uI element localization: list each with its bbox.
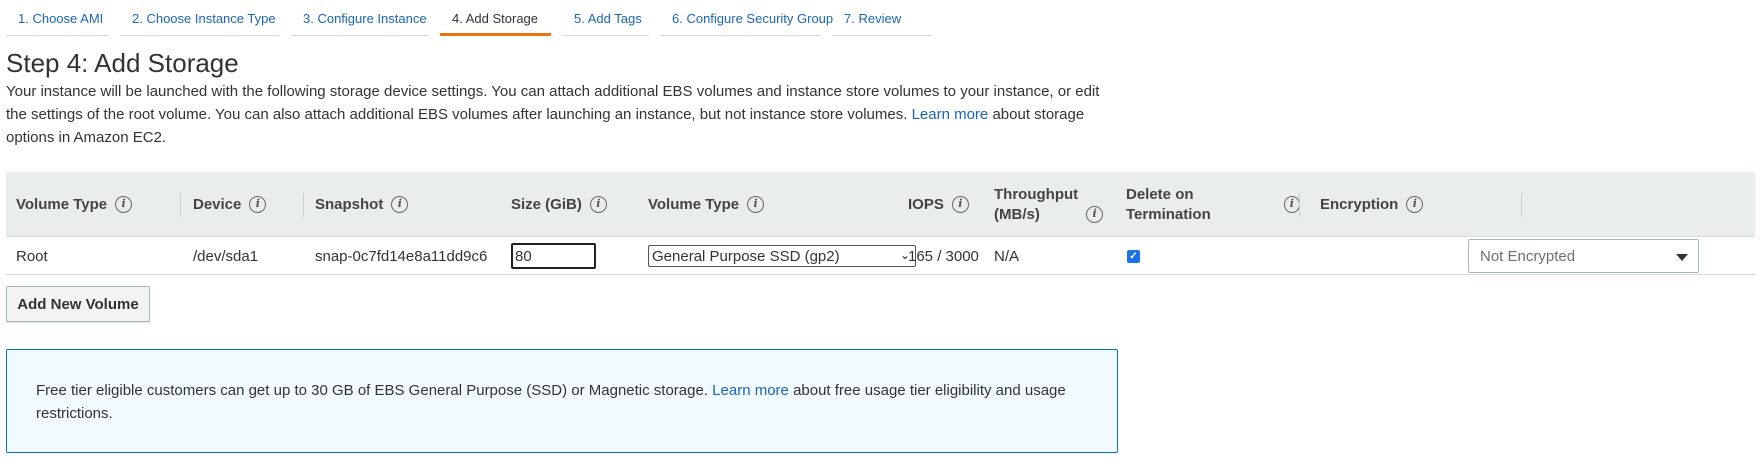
tab-add-tags[interactable]: 5. Add Tags <box>562 0 649 36</box>
header-encryption: Encryption i <box>1320 172 1522 237</box>
header-volume-type: Volume Type i <box>16 172 181 237</box>
header-throughput-line1: Throughput <box>994 185 1079 203</box>
page-description: Your instance will be launched with the … <box>6 80 1116 149</box>
info-icon[interactable]: i <box>115 196 133 213</box>
info-icon[interactable]: i <box>249 196 267 213</box>
cell-device: /dev/sda1 <box>193 247 259 265</box>
header-delete-label: Delete on Termination <box>1126 185 1211 223</box>
page-title: Step 4: Add Storage <box>6 48 239 78</box>
encryption-select[interactable]: Not Encrypted <box>1468 239 1699 273</box>
info-icon[interactable]: i <box>589 196 607 213</box>
notice-learn-more-link[interactable]: Learn more <box>712 382 789 399</box>
cell-delete-on-termination: ✓ <box>1127 237 1140 275</box>
header-size: Size (GiB) i <box>511 172 638 237</box>
info-icon[interactable]: i <box>1406 196 1424 213</box>
column-divider <box>1521 193 1522 217</box>
header-throughput-line2: (MB/s) <box>994 205 1040 223</box>
tab-review[interactable]: 7. Review <box>832 0 932 36</box>
cell-throughput: N/A <box>994 247 1020 265</box>
tab-configure-security-group[interactable]: 6. Configure Security Group <box>660 0 833 36</box>
tab-choose-instance-type[interactable]: 2. Choose Instance Type <box>120 0 280 36</box>
column-divider <box>1299 193 1300 217</box>
add-new-volume-button[interactable]: Add New Volume <box>6 286 150 322</box>
wizard-tabs: 1. Choose AMI 2. Choose Instance Type 3.… <box>6 0 943 36</box>
header-snapshot: Snapshot i <box>315 172 501 237</box>
caret-down-icon <box>1676 254 1688 261</box>
free-tier-notice: Free tier eligible customers can get up … <box>6 349 1118 453</box>
header-device: Device i <box>193 172 304 237</box>
size-input[interactable] <box>511 243 596 269</box>
volume-type-select[interactable]: General Purpose SSD (gp2) ⌄ <box>648 245 916 267</box>
header-delete-on-termination: Delete on Termination i <box>1126 172 1300 237</box>
header-iops-label: IOPS <box>908 195 944 213</box>
cell-snapshot: snap-0c7fd14e8a11dd9c6 <box>315 247 488 265</box>
cell-volume-type: Root <box>16 247 48 265</box>
cell-iops: 165 / 3000 <box>908 247 979 265</box>
delete-on-termination-checkbox[interactable]: ✓ <box>1127 249 1140 263</box>
encryption-selected: Not Encrypted <box>1480 247 1576 265</box>
tab-configure-instance[interactable]: 3. Configure Instance <box>291 0 429 36</box>
info-icon[interactable]: i <box>1283 196 1300 213</box>
table-row: Root /dev/sda1 snap-0c7fd14e8a11dd9c6 Ge… <box>6 237 1755 275</box>
header-snapshot-label: Snapshot <box>315 195 384 213</box>
volume-type-selected: General Purpose SSD (gp2) <box>652 247 840 265</box>
header-throughput-label: Throughput (MB/s) <box>994 185 1078 225</box>
column-divider <box>303 193 304 217</box>
cell-size <box>511 237 596 275</box>
header-ebs-volume-type: Volume Type i <box>648 172 898 237</box>
header-volume-type-label: Volume Type <box>16 195 108 213</box>
header-device-label: Device <box>193 195 242 213</box>
header-ebs-volume-type-label: Volume Type <box>648 195 740 213</box>
info-icon[interactable]: i <box>391 196 409 213</box>
tab-add-storage[interactable]: 4. Add Storage <box>440 0 551 36</box>
column-divider <box>180 193 181 217</box>
header-throughput: Throughput (MB/s) i <box>994 172 1116 237</box>
info-icon[interactable]: i <box>1086 206 1104 223</box>
learn-more-link[interactable]: Learn more <box>912 106 989 123</box>
info-icon[interactable]: i <box>747 196 765 213</box>
cell-ebs-volume-type: General Purpose SSD (gp2) ⌄ <box>648 237 916 275</box>
storage-table-header: Volume Type i Device i Snapshot i Size (… <box>6 172 1755 237</box>
header-size-label: Size (GiB) <box>511 195 582 213</box>
notice-text: Free tier eligible customers can get up … <box>36 382 708 399</box>
info-icon[interactable]: i <box>951 196 969 213</box>
header-encryption-label: Encryption <box>1320 195 1399 213</box>
header-iops: IOPS i <box>908 172 986 237</box>
tab-choose-ami[interactable]: 1. Choose AMI <box>6 0 109 36</box>
